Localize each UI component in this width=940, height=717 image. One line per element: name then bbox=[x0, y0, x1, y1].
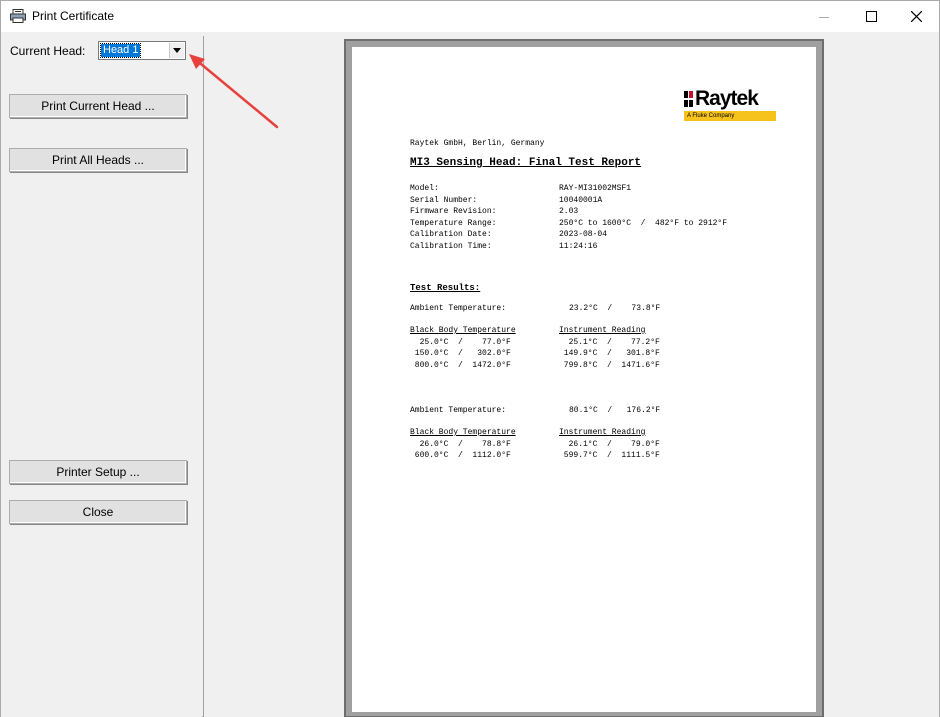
report-title: MI3 Sensing Head: Final Test Report bbox=[410, 157, 642, 169]
dropdown-button[interactable] bbox=[169, 43, 184, 58]
test-results-heading: Test Results: bbox=[410, 283, 481, 293]
black-body-value: 600.0°C / 1112.0°F bbox=[410, 451, 511, 460]
left-panel: Current Head: Head 1 Print Current Head … bbox=[1, 32, 202, 717]
raytek-logo: Raytek A Fluke Company bbox=[684, 87, 776, 123]
black-body-header: Black Body Temperature bbox=[410, 428, 516, 437]
instrument-reading-value: 26.1°C / 79.0°F bbox=[559, 439, 660, 449]
current-head-label: Current Head: bbox=[10, 44, 86, 58]
title-bar[interactable]: Print Certificate bbox=[1, 1, 939, 32]
instrument-reading-value: 799.8°C / 1471.6°F bbox=[559, 360, 660, 370]
minimize-icon bbox=[819, 16, 829, 18]
instrument-reading-header: Instrument Reading bbox=[559, 428, 646, 437]
black-body-value: 26.0°C / 78.8°F bbox=[410, 439, 511, 449]
close-button[interactable]: Close bbox=[9, 500, 187, 524]
field-label: Firmware Revision: bbox=[410, 207, 497, 216]
printer-setup-button[interactable]: Printer Setup ... bbox=[9, 460, 187, 484]
instrument-reading-value: 149.9°C / 301.8°F bbox=[559, 349, 660, 358]
black-body-header: Black Body Temperature bbox=[410, 326, 516, 335]
field-value: RAY-MI31002MSF1 bbox=[559, 184, 632, 193]
black-body-value: 800.0°C / 1472.0°F bbox=[410, 360, 511, 370]
annotation-arrow bbox=[189, 54, 279, 129]
instrument-reading-header: Instrument Reading bbox=[559, 326, 646, 335]
instrument-reading-value: 25.1°C / 77.2°F bbox=[559, 337, 660, 347]
field-label: Calibration Time: bbox=[410, 241, 492, 251]
maximize-icon bbox=[865, 11, 877, 22]
field-value: 11:24:16 bbox=[559, 241, 598, 251]
black-body-value: 150.0°C / 302.0°F bbox=[410, 349, 511, 358]
instrument-reading-value: 599.7°C / 1111.5°F bbox=[559, 451, 660, 460]
window-title: Print Certificate bbox=[32, 9, 115, 23]
current-head-select[interactable]: Head 1 bbox=[98, 41, 186, 60]
logo-wordmark: Raytek bbox=[695, 87, 759, 110]
report-page: Raytek A Fluke Company Raytek GmbH, Berl… bbox=[352, 47, 816, 712]
page-frame: Raytek A Fluke Company Raytek GmbH, Berl… bbox=[344, 39, 824, 717]
field-label: Model: bbox=[410, 184, 439, 193]
field-label: Calibration Date: bbox=[410, 230, 492, 239]
ambient-label: Ambient Temperature: bbox=[410, 304, 507, 313]
print-preview-area[interactable]: Raytek A Fluke Company Raytek GmbH, Berl… bbox=[203, 36, 939, 717]
black-body-value: 25.0°C / 77.0°F bbox=[410, 337, 511, 347]
field-value: 10040001A bbox=[559, 195, 603, 205]
print-all-heads-button[interactable]: Print All Heads ... bbox=[9, 148, 187, 172]
field-label: Serial Number: bbox=[410, 195, 478, 205]
logo-tagline: A Fluke Company bbox=[684, 111, 776, 121]
company-line: Raytek GmbH, Berlin, Germany bbox=[410, 139, 545, 148]
field-value: 2.03 bbox=[559, 207, 579, 216]
field-label: Temperature Range: bbox=[410, 218, 497, 228]
close-window-button[interactable] bbox=[893, 1, 939, 32]
printer-icon bbox=[10, 9, 26, 23]
field-value: 250°C to 1600°C / 482°F to 2912°F bbox=[559, 218, 728, 228]
ambient-value: 23.2°C / 73.8°F bbox=[569, 304, 661, 313]
field-value: 2023-08-04 bbox=[559, 230, 608, 239]
close-icon bbox=[910, 11, 922, 22]
current-head-value: Head 1 bbox=[99, 43, 142, 58]
print-current-head-button[interactable]: Print Current Head ... bbox=[9, 94, 187, 118]
maximize-button[interactable] bbox=[848, 1, 894, 32]
chevron-down-icon bbox=[173, 48, 181, 53]
logo-mark-icon bbox=[684, 91, 693, 107]
minimize-button[interactable] bbox=[801, 1, 847, 32]
ambient-value: 80.1°C / 176.2°F bbox=[569, 406, 661, 415]
print-certificate-window: Print Certificate Current Head: Head 1 P… bbox=[0, 0, 940, 717]
ambient-label: Ambient Temperature: bbox=[410, 406, 507, 415]
